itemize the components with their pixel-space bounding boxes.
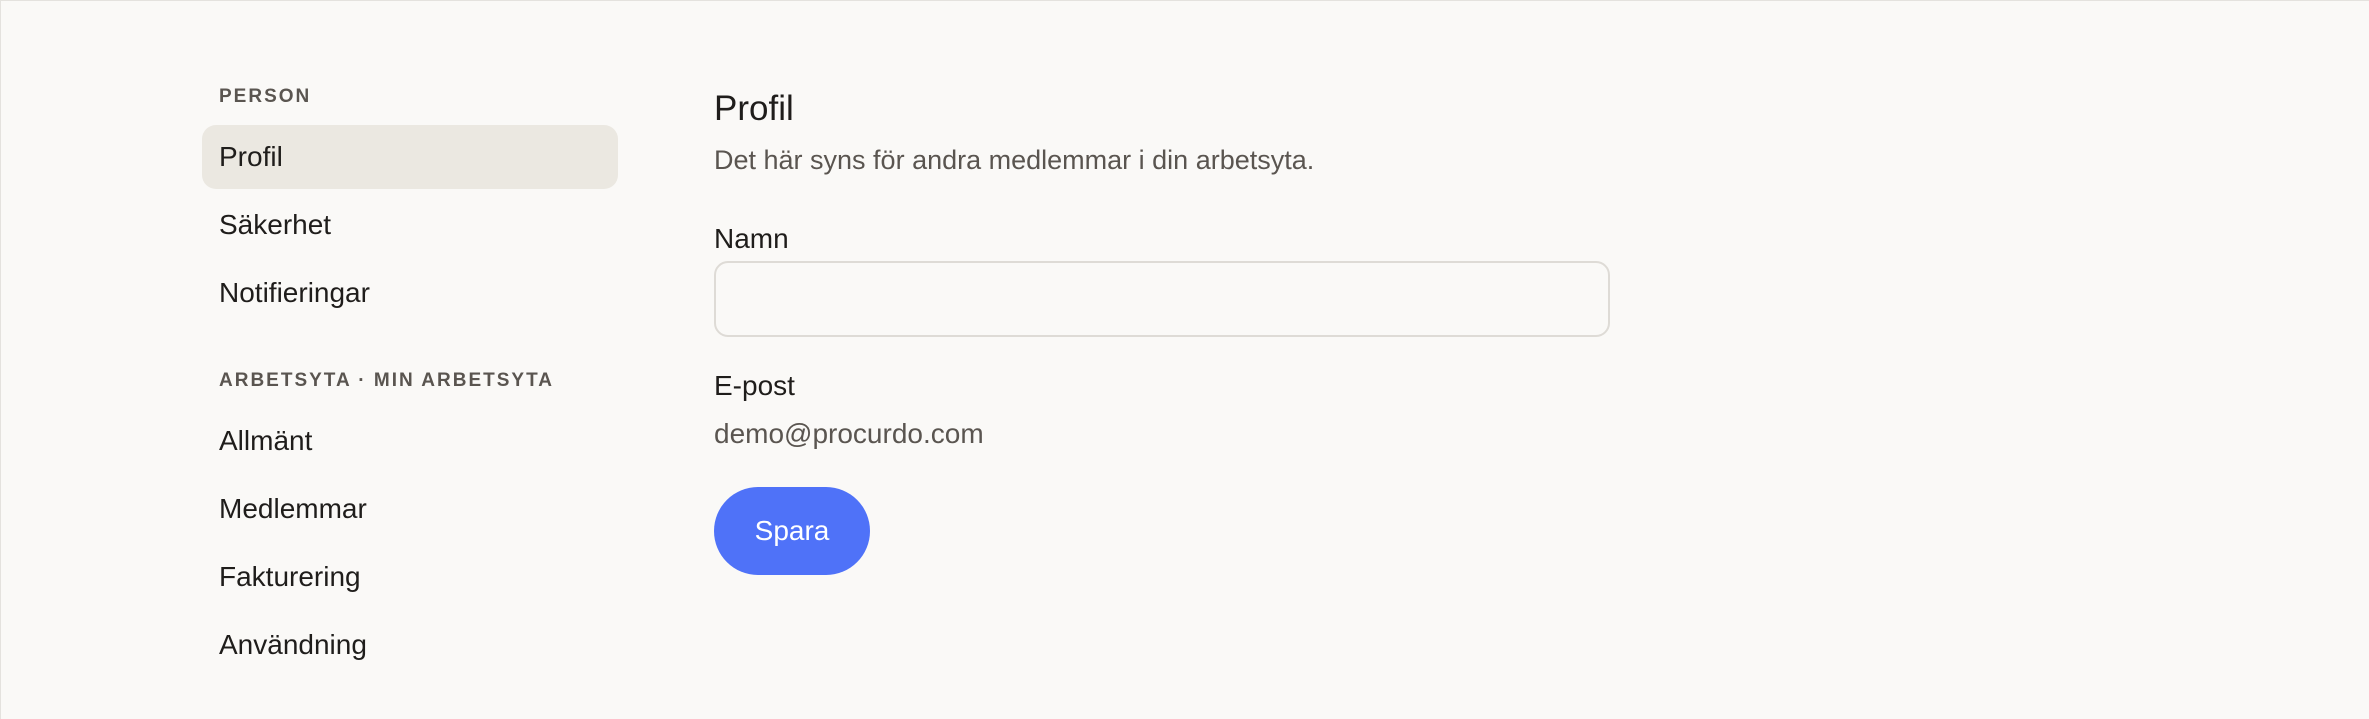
email-value: demo@procurdo.com (714, 418, 984, 449)
name-input[interactable] (714, 261, 1610, 337)
page-subtitle: Det här syns för andra medlemmar i din a… (714, 145, 1315, 175)
workspace-nav-list: Allmänt Medlemmar Fakturering Användning (202, 409, 618, 677)
section-label-workspace: ARBETSYTA · MIN ARBETSYTA (219, 370, 554, 391)
name-field-label: Namn (714, 223, 789, 254)
person-nav-list: Profil Säkerhet Notifieringar (202, 125, 618, 325)
profile-panel: Profil Det här syns för andra medlemmar … (714, 85, 1614, 575)
sidebar-item-notifieringar[interactable]: Notifieringar (202, 261, 618, 325)
save-button[interactable]: Spara (714, 487, 870, 575)
sidebar-item-allmant[interactable]: Allmänt (202, 409, 618, 473)
sidebar-item-medlemmar[interactable]: Medlemmar (202, 477, 618, 541)
settings-sidebar: PERSON Profil Säkerhet Notifieringar ARB… (202, 81, 618, 681)
sidebar-item-sakerhet[interactable]: Säkerhet (202, 193, 618, 257)
sidebar-item-profil[interactable]: Profil (202, 125, 618, 189)
email-field-label: E-post (714, 370, 795, 401)
section-label-person: PERSON (219, 86, 312, 107)
page-title: Profil (714, 89, 794, 128)
sidebar-item-anvandning[interactable]: Användning (202, 613, 618, 677)
sidebar-item-fakturering[interactable]: Fakturering (202, 545, 618, 609)
